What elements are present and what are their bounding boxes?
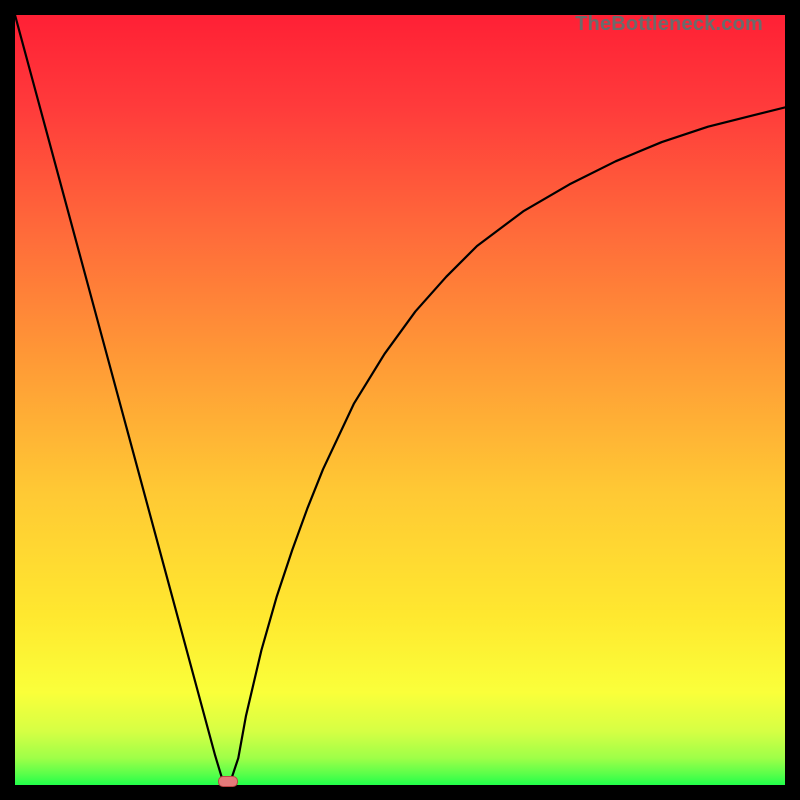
bottleneck-curve [15,15,785,785]
watermark-label: TheBottleneck.com [575,13,763,36]
chart-frame: TheBottleneck.com [15,15,785,785]
optimal-marker [218,776,238,787]
